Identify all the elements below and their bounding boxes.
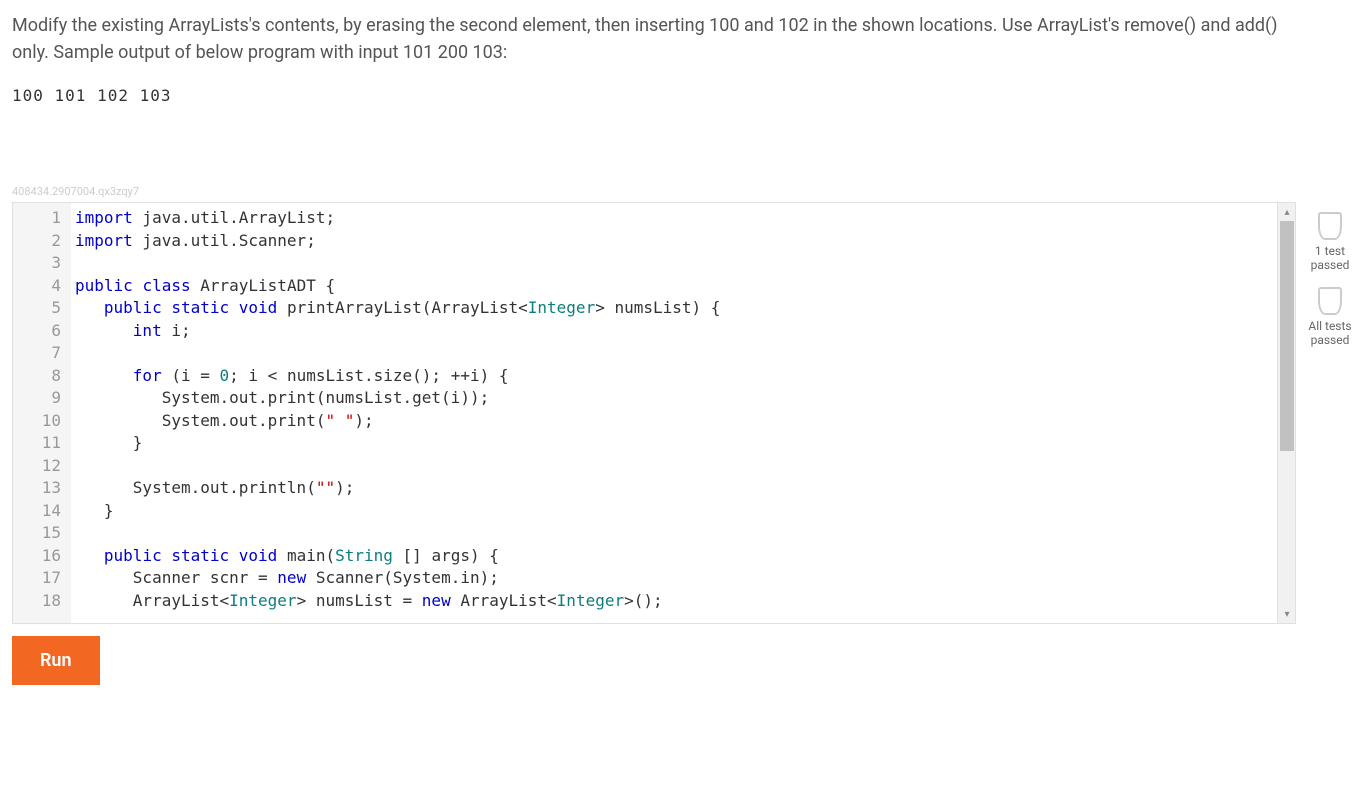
- watermark-text: 408434.2907004.qx3zqy7: [12, 185, 1354, 198]
- code-line[interactable]: }: [75, 432, 1295, 455]
- line-number: 1: [21, 207, 61, 230]
- line-number: 5: [21, 297, 61, 320]
- line-gutter: 123456789101112131415161718: [13, 203, 71, 623]
- shield-icon: [1318, 287, 1342, 315]
- line-number: 16: [21, 545, 61, 568]
- code-line[interactable]: for (i = 0; i < numsList.size(); ++i) {: [75, 365, 1295, 388]
- code-line[interactable]: public class ArrayListADT {: [75, 275, 1295, 298]
- line-number: 14: [21, 500, 61, 523]
- code-line[interactable]: [75, 252, 1295, 275]
- scroll-up-arrow[interactable]: ▴: [1278, 203, 1296, 221]
- problem-prompt: Modify the existing ArrayLists's content…: [12, 12, 1292, 66]
- code-line[interactable]: Scanner scnr = new Scanner(System.in);: [75, 567, 1295, 590]
- line-number: 10: [21, 410, 61, 433]
- run-button[interactable]: Run: [12, 636, 100, 685]
- code-line[interactable]: System.out.print(numsList.get(i));: [75, 387, 1295, 410]
- code-line[interactable]: int i;: [75, 320, 1295, 343]
- shield-icon: [1318, 212, 1342, 240]
- all-tests-badge: All testspassed: [1308, 287, 1351, 348]
- code-line[interactable]: }: [75, 500, 1295, 523]
- line-number: 13: [21, 477, 61, 500]
- code-line[interactable]: ArrayList<Integer> numsList = new ArrayL…: [75, 590, 1295, 613]
- sample-output: 100 101 102 103: [12, 86, 1354, 105]
- line-number: 3: [21, 252, 61, 275]
- scroll-down-arrow[interactable]: ▾: [1278, 605, 1296, 623]
- code-line[interactable]: [75, 522, 1295, 545]
- code-line[interactable]: public static void printArrayList(ArrayL…: [75, 297, 1295, 320]
- line-number: 17: [21, 567, 61, 590]
- code-content[interactable]: import java.util.ArrayList;import java.u…: [71, 203, 1295, 623]
- line-number: 8: [21, 365, 61, 388]
- line-number: 11: [21, 432, 61, 455]
- code-line[interactable]: [75, 342, 1295, 365]
- vertical-scrollbar[interactable]: ▴ ▾: [1277, 203, 1295, 623]
- status-column: 1 testpassed All testspassed: [1306, 202, 1354, 348]
- line-number: 15: [21, 522, 61, 545]
- code-line[interactable]: import java.util.ArrayList;: [75, 207, 1295, 230]
- scroll-thumb[interactable]: [1280, 221, 1294, 451]
- line-number: 4: [21, 275, 61, 298]
- editor-row: 123456789101112131415161718 import java.…: [12, 202, 1354, 624]
- code-line[interactable]: import java.util.Scanner;: [75, 230, 1295, 253]
- code-line[interactable]: [75, 455, 1295, 478]
- code-line[interactable]: System.out.print(" ");: [75, 410, 1295, 433]
- code-editor[interactable]: 123456789101112131415161718 import java.…: [12, 202, 1296, 624]
- line-number: 7: [21, 342, 61, 365]
- one-test-badge: 1 testpassed: [1311, 212, 1350, 273]
- code-line[interactable]: System.out.println("");: [75, 477, 1295, 500]
- line-number: 6: [21, 320, 61, 343]
- code-line[interactable]: public static void main(String [] args) …: [75, 545, 1295, 568]
- line-number: 18: [21, 590, 61, 613]
- line-number: 2: [21, 230, 61, 253]
- all-tests-label: All testspassed: [1308, 319, 1351, 348]
- line-number: 12: [21, 455, 61, 478]
- one-test-label: 1 testpassed: [1311, 244, 1350, 273]
- line-number: 9: [21, 387, 61, 410]
